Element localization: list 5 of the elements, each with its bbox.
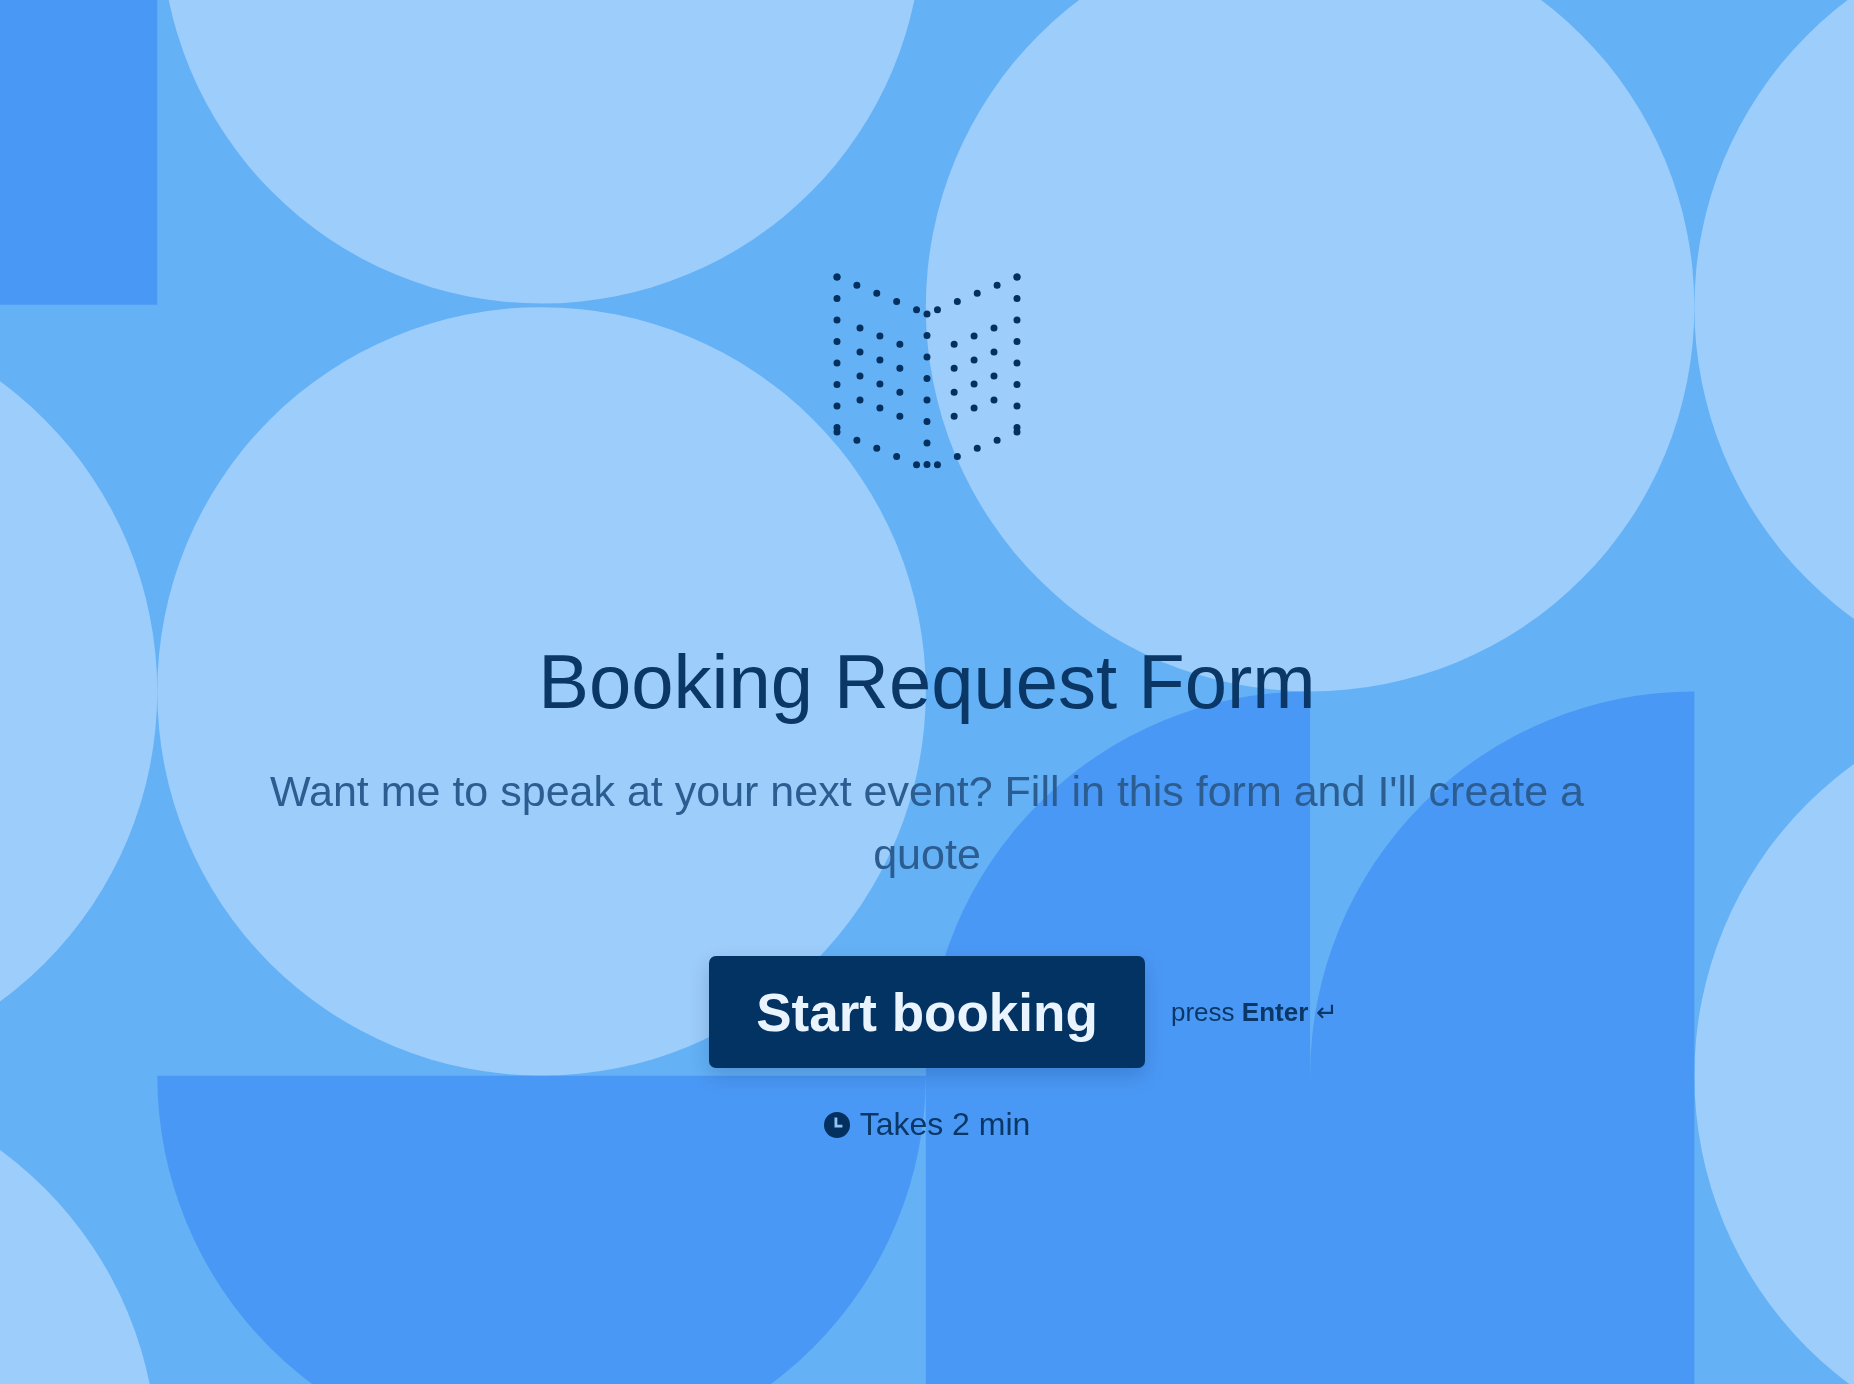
start-button[interactable]: Start booking [709,956,1145,1068]
form-description: Want me to speak at your next event? Fill in this form and I'll create a quote [269,766,1585,880]
duration-label: Takes 2 min [859,1106,1031,1143]
clock-icon [823,1111,850,1138]
keyboard-hint: press Enter ↵ [1171,996,1338,1028]
